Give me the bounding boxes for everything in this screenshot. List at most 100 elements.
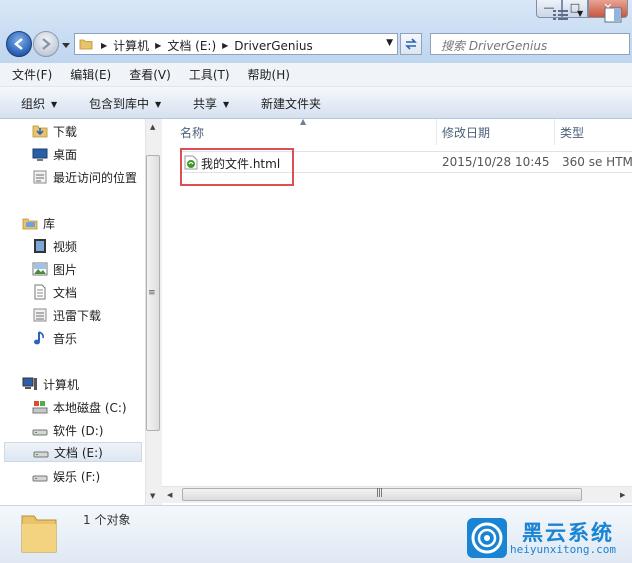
nav-item-recent-places[interactable]: 最近访问的位置 <box>32 167 137 187</box>
grip-icon: ||| <box>376 488 383 498</box>
nav-item-label: 图片 <box>53 262 78 277</box>
address-bar[interactable]: ▶ 计算机 ▶ 文档 (E:) ▶ DriverGenius ▼ <box>74 33 398 55</box>
nav-item-pictures[interactable]: 图片 <box>32 259 77 279</box>
nav-item-label: 本地磁盘 (C:) <box>53 400 127 415</box>
nav-item-desktop[interactable]: 桌面 <box>32 144 77 164</box>
share-label: 共享 <box>193 97 218 111</box>
command-bar: 组织 ▼ 包含到库中 ▼ 共享 ▼ 新建文件夹 <box>0 87 632 119</box>
recent-pages-dropdown-icon[interactable] <box>61 40 71 50</box>
chevron-down-icon: ▼ <box>155 100 162 109</box>
chevron-right-icon[interactable]: ▶ <box>101 41 107 50</box>
refresh-icon <box>405 38 417 50</box>
desktop-icon <box>32 148 48 161</box>
system-drive-icon <box>32 401 48 414</box>
chevron-right-icon[interactable]: ▶ <box>222 41 228 50</box>
nav-item-label: 软件 (D:) <box>53 423 104 438</box>
nav-item-documents[interactable]: 文档 <box>32 282 77 302</box>
column-header-type[interactable]: 类型 <box>560 124 584 141</box>
breadcrumb-drivergenius[interactable]: DriverGenius <box>234 39 312 53</box>
chevron-down-icon[interactable]: ▼ <box>577 9 583 18</box>
organize-button[interactable]: 组织 ▼ <box>21 95 57 112</box>
nav-item-downloads[interactable]: 下载 <box>32 121 77 141</box>
nav-item-label: 计算机 <box>43 377 80 392</box>
nav-item-label: 迅雷下载 <box>53 308 102 323</box>
nav-item-drive-d[interactable]: 软件 (D:) <box>32 420 103 440</box>
share-button[interactable]: 共享 ▼ <box>193 95 229 112</box>
annotation-highlight-box <box>180 148 294 186</box>
nav-item-label: 库 <box>43 216 56 231</box>
drive-icon <box>32 475 48 482</box>
menu-file[interactable]: 文件(F) <box>0 66 58 83</box>
breadcrumb-computer[interactable]: 计算机 <box>113 37 149 54</box>
file-type: 360 se HTM <box>562 155 632 169</box>
folder-icon <box>21 515 57 553</box>
include-in-library-button[interactable]: 包含到库中 ▼ <box>89 95 161 112</box>
music-note-icon <box>34 331 44 345</box>
search-input[interactable]: 搜索 DriverGenius <box>430 33 630 55</box>
nav-item-libraries[interactable]: 库 <box>22 213 55 233</box>
drive-icon <box>32 429 48 436</box>
nav-item-label: 下载 <box>53 124 78 139</box>
item-count: 1 个对象 <box>83 513 131 527</box>
folder-icon <box>79 39 93 50</box>
watermark-logo <box>467 518 507 558</box>
breadcrumb-drive-e[interactable]: 文档 (E:) <box>167 37 216 54</box>
breadcrumb: ▶ 计算机 ▶ 文档 (E:) ▶ DriverGenius <box>95 37 313 54</box>
nav-item-label: 最近访问的位置 <box>53 170 138 185</box>
back-button[interactable] <box>6 31 32 57</box>
nav-item-label: 文档 (E:) <box>54 445 103 460</box>
nav-item-xunlei-downloads[interactable]: 迅雷下载 <box>32 305 101 325</box>
menu-tools[interactable]: 工具(T) <box>177 66 236 83</box>
chevron-down-icon: ▼ <box>223 100 230 109</box>
column-header-name[interactable]: 名称 <box>180 124 204 141</box>
nav-item-label: 音乐 <box>53 331 78 346</box>
forward-arrow-icon <box>42 38 51 50</box>
chevron-down-icon: ▼ <box>51 100 58 109</box>
document-icon <box>34 284 46 300</box>
view-options-icon[interactable] <box>552 8 570 22</box>
chevron-right-icon[interactable]: ▶ <box>155 41 161 50</box>
include-in-library-label: 包含到库中 <box>89 97 150 111</box>
column-header-modified[interactable]: 修改日期 <box>442 124 490 141</box>
column-divider[interactable] <box>436 119 437 145</box>
computer-icon <box>22 377 37 390</box>
menu-bar: 文件(F) 编辑(E) 查看(V) 工具(T) 帮助(H) <box>0 63 632 87</box>
forward-button[interactable] <box>33 31 59 57</box>
video-icon <box>34 239 46 253</box>
menu-view[interactable]: 查看(V) <box>117 66 177 83</box>
recent-places-icon <box>33 170 47 184</box>
back-arrow-icon <box>14 38 23 50</box>
nav-item-drive-f[interactable]: 娱乐 (F:) <box>32 466 100 486</box>
drive-icon <box>33 451 49 458</box>
download-folder-icon <box>33 308 47 322</box>
watermark-url: heiyunxitong.com <box>510 543 616 556</box>
refresh-button[interactable] <box>400 33 422 55</box>
column-divider[interactable] <box>554 119 555 145</box>
pictures-icon <box>32 262 48 276</box>
menu-edit[interactable]: 编辑(E) <box>58 66 117 83</box>
scroll-up-icon[interactable]: ▲ <box>150 123 155 131</box>
nav-item-computer[interactable]: 计算机 <box>22 374 79 394</box>
file-modified: 2015/10/28 10:45 <box>442 155 550 169</box>
scroll-left-icon[interactable]: ◀ <box>167 491 172 499</box>
search-placeholder: 搜索 DriverGenius <box>441 39 548 53</box>
nav-item-label: 桌面 <box>53 147 78 162</box>
chevron-down-icon[interactable]: ▼ <box>386 38 393 48</box>
library-icon <box>22 218 38 230</box>
nav-item-music[interactable]: 音乐 <box>32 328 77 348</box>
nav-item-videos[interactable]: 视频 <box>32 236 77 256</box>
sort-ascending-icon: ▲ <box>300 117 307 126</box>
preview-pane-icon[interactable] <box>604 7 622 23</box>
nav-item-label: 文档 <box>53 285 78 300</box>
scroll-right-icon[interactable]: ▶ <box>620 491 625 499</box>
nav-item-drive-e[interactable]: 文档 (E:) <box>4 442 142 462</box>
grip-icon: ≡ <box>148 288 156 298</box>
menu-help[interactable]: 帮助(H) <box>236 66 296 83</box>
swirl-logo-icon <box>471 522 503 554</box>
nav-item-drive-c[interactable]: 本地磁盘 (C:) <box>32 397 127 417</box>
organize-label: 组织 <box>21 97 46 111</box>
downloads-folder-icon <box>32 125 48 138</box>
scroll-down-icon[interactable]: ▼ <box>150 492 155 500</box>
new-folder-button[interactable]: 新建文件夹 <box>261 95 321 112</box>
nav-item-label: 视频 <box>53 239 78 254</box>
